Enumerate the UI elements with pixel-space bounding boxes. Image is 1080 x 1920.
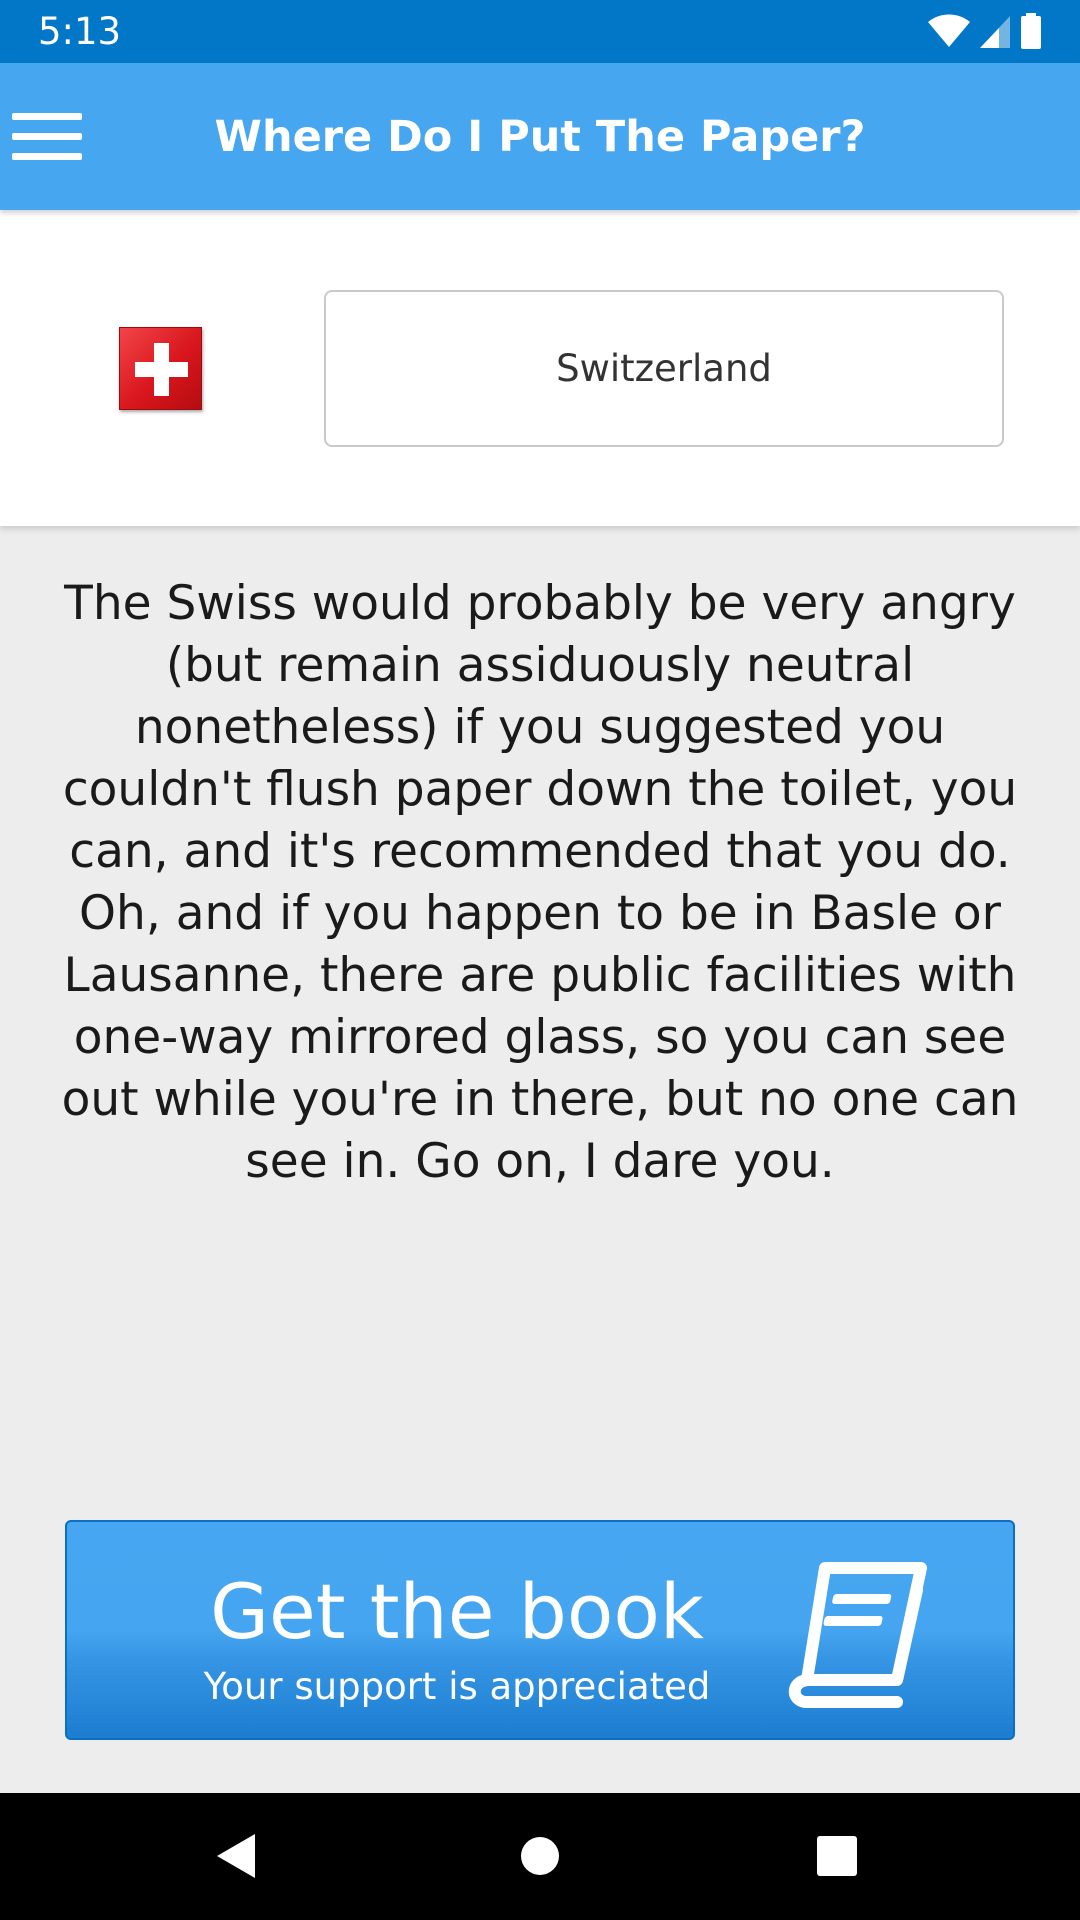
get-the-book-button[interactable]: Get the book Your support is appreciated xyxy=(65,1520,1015,1740)
country-name: Switzerland xyxy=(556,347,772,390)
book-button-title: Get the book xyxy=(210,1567,704,1656)
book-button-subtitle: Your support is appreciated xyxy=(203,1665,711,1708)
app-bar: Where Do I Put The Paper? xyxy=(0,63,1080,210)
status-time: 5:13 xyxy=(38,10,122,53)
status-icons xyxy=(928,13,1042,49)
battery-icon xyxy=(1021,13,1041,49)
book-icon xyxy=(788,1562,927,1708)
hamburger-menu-icon[interactable] xyxy=(12,113,82,161)
swiss-flag-icon xyxy=(119,327,202,410)
country-description: The Swiss would probably be very angry (… xyxy=(61,576,1019,1189)
app-screen: 5:13 Where Do I Put The Paper? Switzerla… xyxy=(0,0,1080,1920)
system-nav-bar xyxy=(0,1793,1080,1920)
home-icon[interactable] xyxy=(507,1823,573,1889)
status-bar: 5:13 xyxy=(0,0,1080,63)
country-selector[interactable]: Switzerland xyxy=(324,290,1004,447)
country-panel: Switzerland xyxy=(0,210,1080,526)
page-title: Where Do I Put The Paper? xyxy=(214,112,866,162)
cell-signal-icon xyxy=(980,16,1010,48)
back-icon[interactable] xyxy=(205,1823,271,1889)
recents-icon[interactable] xyxy=(804,1823,870,1889)
wifi-icon xyxy=(928,14,970,47)
